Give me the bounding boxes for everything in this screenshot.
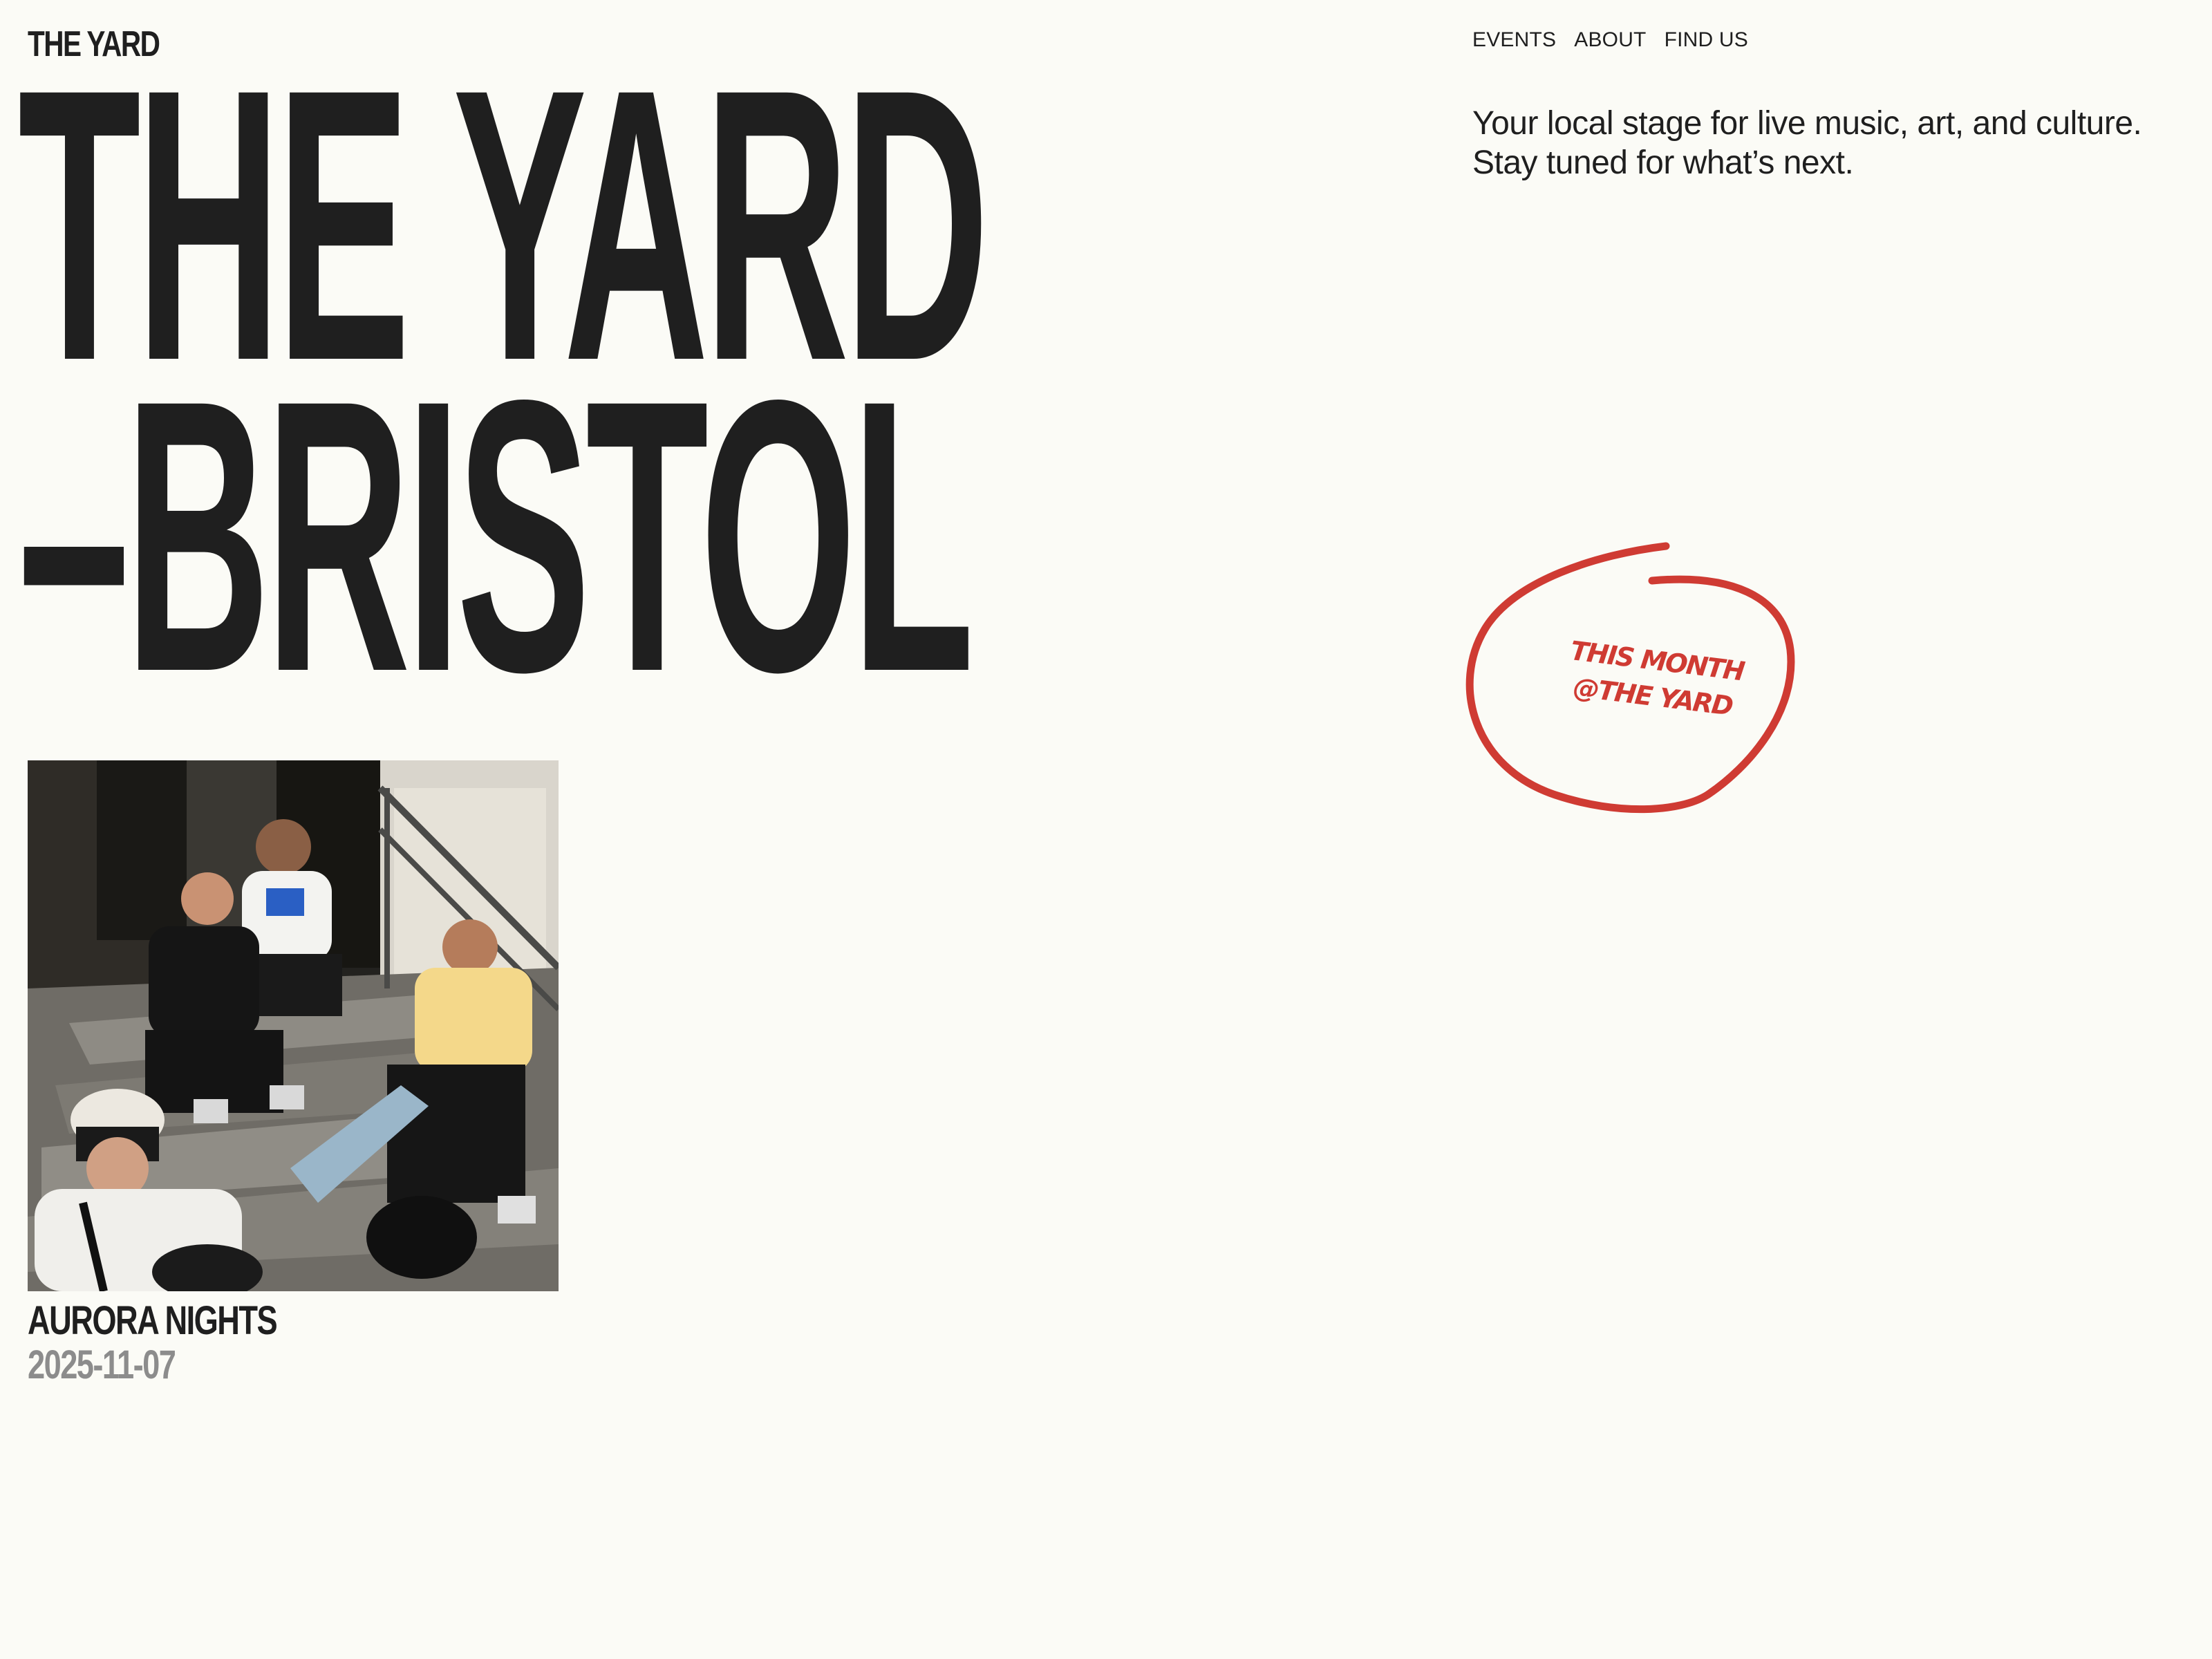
nav-link-find-us[interactable]: FIND US (1665, 26, 1748, 54)
this-month-badge[interactable]: THIS MONTH @THE YARD (1452, 539, 1825, 830)
intro-tagline: Your local stage for live music, art, an… (1472, 104, 2191, 182)
event-date: 2025-11-07 (28, 1342, 176, 1387)
event-title[interactable]: AURORA NIGHTS (28, 1298, 442, 1344)
tagline-line-1: Your local stage for live music, art, an… (1472, 105, 2142, 142)
nav-link-about[interactable]: ABOUT (1574, 26, 1646, 54)
hero-heading-line-2: –BRISTOL (18, 319, 975, 752)
main-nav: EVENTS ABOUT FIND US (1472, 26, 1748, 54)
event-card[interactable]: AURORA NIGHTS 2025-11-07 (28, 760, 559, 1387)
tagline-line-2: Stay tuned for what’s next. (1472, 144, 1854, 181)
event-photo[interactable] (28, 760, 559, 1291)
nav-link-events[interactable]: EVENTS (1472, 26, 1556, 54)
